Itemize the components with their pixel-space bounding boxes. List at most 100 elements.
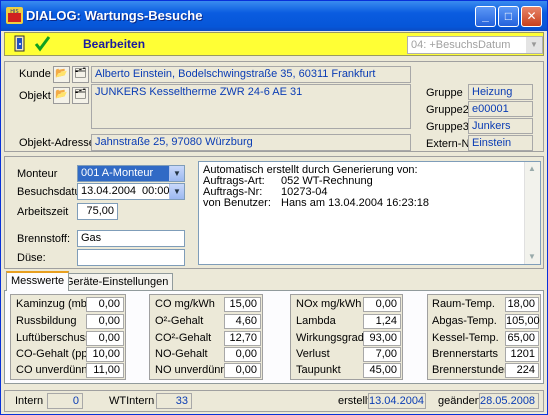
- messwert-value[interactable]: 15,00: [224, 297, 261, 312]
- kunde-label: Kunde: [19, 68, 51, 80]
- card-index-icon[interactable]: 🗂: [72, 87, 89, 104]
- svg-text:HIS: HIS: [10, 9, 18, 15]
- messwert-value[interactable]: 0,00: [224, 347, 261, 362]
- messwert-row: Lambda 1,24: [296, 314, 401, 329]
- geaendert-label: geändert: [438, 395, 482, 407]
- messwert-row: CO-Gehalt (ppm) 10,00: [16, 347, 124, 362]
- messwert-label: Brennerstunden: [432, 364, 511, 376]
- monteur-select[interactable]: 001 A-Monteur ▼: [77, 165, 185, 182]
- messwert-value[interactable]: 18,00: [505, 297, 539, 312]
- brennstoff-input[interactable]: Gas: [77, 230, 185, 247]
- checkmark-icon[interactable]: [33, 35, 52, 54]
- messwert-value[interactable]: 7,00: [363, 347, 401, 362]
- messwert-label: Taupunkt: [296, 364, 341, 376]
- messwert-row: Kessel-Temp. 65,00: [432, 331, 539, 346]
- objekt-field[interactable]: JUNKERS Kesseltherme ZWR 24-6 AE 31: [91, 84, 411, 129]
- extern-nr-label: Extern-Nr: [426, 138, 474, 150]
- messwert-label: Russbildung: [16, 315, 77, 327]
- besuchsdatum-date: 13.04.2004: [81, 185, 137, 197]
- messwert-value[interactable]: 10,00: [86, 347, 124, 362]
- card-index-icon[interactable]: 🗂: [72, 66, 89, 83]
- objekt-adresse-field[interactable]: Jahnstraße 25, 97080 Würzburg: [91, 134, 411, 151]
- messwert-value[interactable]: 12,70: [224, 331, 261, 346]
- erstellt-label: erstellt: [338, 395, 371, 407]
- title-bar[interactable]: HIS DIALOG: Wartungs-Besuche _ □ ✕: [1, 1, 547, 31]
- toolbar: Bearbeiten 04: +BesuchsDatum ▼: [4, 32, 544, 56]
- window-title: DIALOG: Wartungs-Besuche: [26, 8, 203, 23]
- messwert-row: Taupunkt 45,00: [296, 363, 401, 378]
- messwert-label: Kessel-Temp.: [432, 332, 499, 344]
- messwert-value[interactable]: 1201: [505, 347, 539, 362]
- chevron-down-icon[interactable]: ▼: [169, 166, 184, 181]
- messwert-label: Raum-Temp.: [432, 298, 495, 310]
- messwert-label: Brennerstarts: [432, 348, 499, 360]
- messwert-value[interactable]: 1,24: [363, 314, 401, 329]
- gruppe3-field[interactable]: Junkers: [468, 118, 533, 134]
- memo-key: von Benutzer:: [203, 197, 271, 209]
- folder-open-icon[interactable]: 📂: [53, 66, 70, 83]
- messwerte-group-4: Raum-Temp. 18,00 Abgas-Temp. 105,00 Kessel…: [427, 294, 541, 380]
- monteur-label: Monteur: [17, 168, 58, 180]
- close-button[interactable]: ✕: [521, 6, 542, 27]
- messwert-row: NO unverdünnt 0,00: [155, 363, 261, 378]
- tab-geraete-einstellungen[interactable]: Geräte-Einstellungen: [60, 273, 174, 290]
- messwert-row: CO mg/kWh 15,00: [155, 297, 261, 312]
- notes-memo[interactable]: Automatisch erstellt durch Generierung v…: [198, 161, 541, 265]
- sort-order-select[interactable]: 04: +BesuchsDatum ▼: [407, 36, 543, 54]
- minimize-button[interactable]: _: [475, 6, 496, 27]
- arbeitszeit-input[interactable]: 75,00: [77, 203, 118, 220]
- exit-door-icon[interactable]: [11, 35, 30, 54]
- messwert-value[interactable]: 11,00: [86, 363, 124, 378]
- messwert-label: Verlust: [296, 348, 330, 360]
- mode-label: Bearbeiten: [83, 37, 146, 51]
- scroll-down-icon[interactable]: ▼: [528, 252, 536, 261]
- objekt-label: Objekt: [19, 90, 51, 102]
- messwert-label: Luftüberschuss: [16, 332, 91, 344]
- messwert-value[interactable]: 93,00: [363, 331, 401, 346]
- kunde-field[interactable]: Alberto Einstein, Bodelschwingstraße 35,…: [91, 66, 411, 83]
- messwert-row: Brennerstarts 1201: [432, 347, 539, 362]
- messwerte-group-3: NOx mg/kWh 0,00 Lambda 1,24 Wirkungsgrad 93…: [290, 294, 403, 380]
- messwert-row: Abgas-Temp. 105,00: [432, 314, 540, 329]
- gruppe2-field[interactable]: e00001: [468, 101, 533, 117]
- messwert-value[interactable]: 0,00: [86, 314, 124, 329]
- messwert-row: NOx mg/kWh 0,00: [296, 297, 401, 312]
- folder-open-icon[interactable]: 📂: [53, 87, 70, 104]
- chevron-down-icon[interactable]: ▼: [526, 37, 542, 53]
- besuchsdatum-time: 00:00: [142, 185, 170, 197]
- memo-scrollbar[interactable]: ▲ ▼: [524, 162, 540, 264]
- messwert-value[interactable]: 65,00: [505, 331, 539, 346]
- messwert-value[interactable]: 0,00: [363, 297, 401, 312]
- scroll-up-icon[interactable]: ▲: [528, 164, 536, 173]
- gruppe-label: Gruppe: [426, 87, 463, 99]
- messwert-row: Luftüberschuss 0,00: [16, 331, 124, 346]
- messwert-label: NO unverdünnt: [155, 364, 230, 376]
- messwert-value[interactable]: 224: [505, 363, 539, 378]
- messwert-label: NOx mg/kWh: [296, 298, 362, 310]
- wtintern-value: 33: [156, 393, 192, 409]
- intern-label: Intern: [15, 395, 44, 407]
- messwert-row: Russbildung 0,00: [16, 314, 124, 329]
- extern-nr-field[interactable]: Einstein: [468, 135, 533, 151]
- tab-messwerte[interactable]: Messwerte: [6, 271, 70, 291]
- gruppe-field[interactable]: Heizung: [468, 84, 533, 100]
- besuchsdatum-picker[interactable]: 13.04.2004 00:00 ▼: [77, 183, 185, 200]
- gruppe3-label: Gruppe3: [426, 121, 469, 133]
- messwert-row: CO unverdünnt 11,00: [16, 363, 124, 378]
- messwert-value[interactable]: 0,00: [224, 363, 261, 378]
- messwert-row: CO²-Gehalt 12,70: [155, 331, 261, 346]
- brennstoff-label: Brennstoff:: [17, 233, 70, 245]
- duese-input[interactable]: [77, 249, 185, 266]
- messwert-value[interactable]: 0,00: [86, 331, 124, 346]
- messwerte-group-2: CO mg/kWh 15,00 O²-Gehalt 4,60 CO²-Gehalt 1…: [149, 294, 263, 380]
- messwert-value[interactable]: 45,00: [363, 363, 401, 378]
- messwert-value[interactable]: 0,00: [86, 297, 124, 312]
- wtintern-label: WTIntern: [109, 395, 155, 407]
- messwert-row: Raum-Temp. 18,00: [432, 297, 539, 312]
- chevron-down-icon[interactable]: ▼: [169, 184, 184, 199]
- maximize-button[interactable]: □: [498, 6, 519, 27]
- messwerte-group-1: Kaminzug (mbar) 0,00 Russbildung 0,00 Luft…: [10, 294, 126, 380]
- messwert-value[interactable]: 4,60: [224, 314, 261, 329]
- messwert-value[interactable]: 105,00: [505, 314, 540, 329]
- messwert-label: CO²-Gehalt: [155, 332, 212, 344]
